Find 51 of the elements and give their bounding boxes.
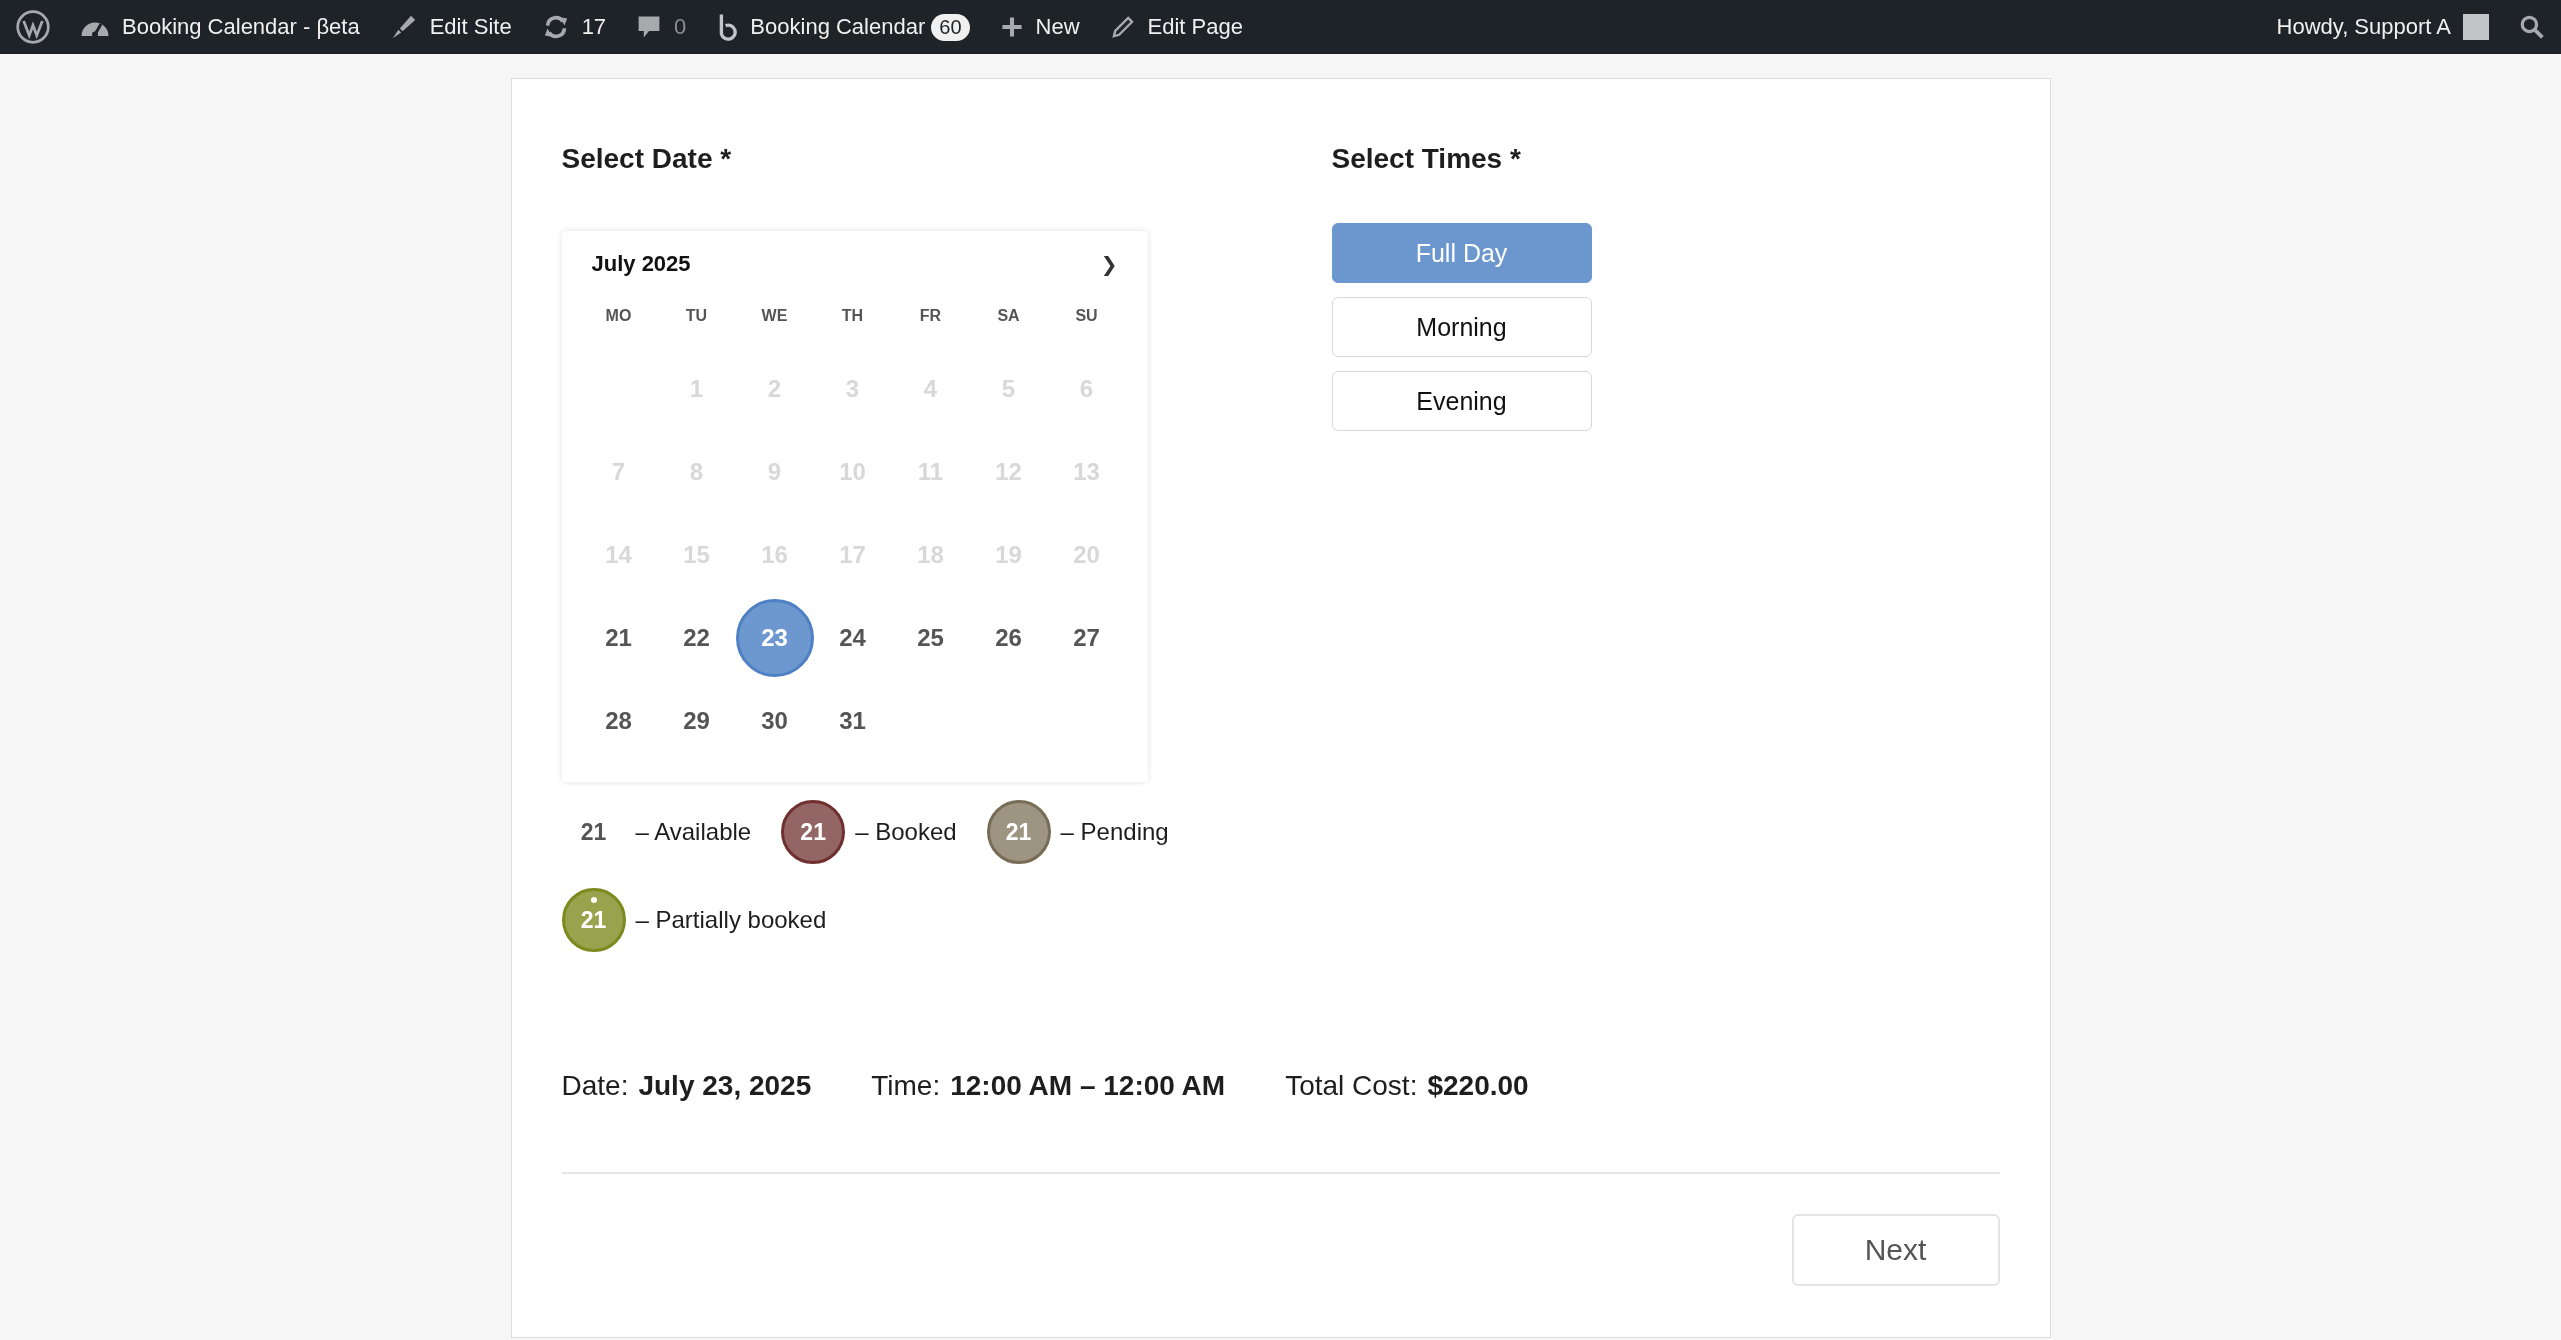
- calendar-day[interactable]: 25: [891, 598, 970, 677]
- time-option-button[interactable]: Full Day: [1331, 223, 1592, 283]
- summary-text: Date: July 23, 2025: [561, 1070, 812, 1102]
- calendar-day[interactable]: 31: [813, 681, 892, 760]
- toolbar-link[interactable]: Edit Site: [389, 13, 512, 41]
- legend-day-sample: 21: [986, 800, 1051, 864]
- calendar-day[interactable]: 30: [735, 681, 814, 760]
- legend-label: – Partially booked: [635, 906, 827, 934]
- summary-text: Time: 12:00 AM – 12:00 AM: [871, 1070, 1226, 1102]
- calendar-day[interactable]: 23: [735, 598, 814, 677]
- plus-icon: [999, 15, 1024, 39]
- weekday-label: SA: [996, 307, 1021, 326]
- toolbar-link[interactable]: New: [999, 14, 1080, 40]
- legend-day-sample: 21: [781, 800, 846, 864]
- calendar-day[interactable]: 28: [579, 681, 658, 760]
- avatar-icon: [2463, 14, 2489, 40]
- legend-label: – Pending: [1060, 818, 1169, 846]
- toolbar-link[interactable]: Edit Page: [1109, 14, 1243, 40]
- account-menu[interactable]: Howdy, Support A: [2276, 14, 2489, 40]
- weekday-label: TH: [840, 307, 865, 326]
- calendar-day[interactable]: 21: [579, 598, 658, 677]
- next-button[interactable]: Next: [1791, 1214, 2000, 1286]
- section-title: Select Date *: [561, 143, 733, 175]
- pencil-icon: [1109, 14, 1136, 40]
- legend-day-sample: 21: [579, 817, 608, 847]
- count-badge: 60: [931, 13, 970, 41]
- month-title: July 2025: [591, 251, 691, 277]
- time-option-button[interactable]: Morning: [1331, 297, 1592, 357]
- toolbar-link[interactable]: Booking Calendar 60: [716, 13, 970, 41]
- legend-label: – Available: [635, 818, 752, 846]
- weekday-label: TU: [684, 307, 709, 326]
- wordpress-logo-icon[interactable]: [16, 10, 50, 44]
- section-title: Select Times *: [1331, 143, 1522, 175]
- calendar-day[interactable]: 27: [1047, 598, 1126, 677]
- calendar-day[interactable]: 29: [657, 681, 736, 760]
- search-icon[interactable]: [2519, 14, 2545, 40]
- weekday-label: MO: [604, 307, 633, 326]
- calendar-day[interactable]: 26: [969, 598, 1048, 677]
- next-month-button[interactable]: ❯: [1100, 252, 1118, 276]
- toolbar-link[interactable]: 0: [636, 14, 687, 40]
- weekday-label: FR: [918, 307, 943, 326]
- legend-day-sample: 21: [561, 888, 626, 952]
- calendar-day[interactable]: 22: [657, 598, 736, 677]
- weekday-label: SU: [1074, 307, 1099, 326]
- toolbar-link[interactable]: Booking Calendar - βeta: [80, 14, 360, 40]
- legend-label: – Booked: [855, 818, 957, 846]
- toolbar-link[interactable]: 17: [541, 13, 607, 41]
- calendar-day[interactable]: 24: [813, 598, 892, 677]
- weekday-label: WE: [760, 307, 789, 326]
- time-option-button[interactable]: Evening: [1331, 371, 1592, 431]
- summary-text: Total Cost: $220.00: [1285, 1070, 1529, 1102]
